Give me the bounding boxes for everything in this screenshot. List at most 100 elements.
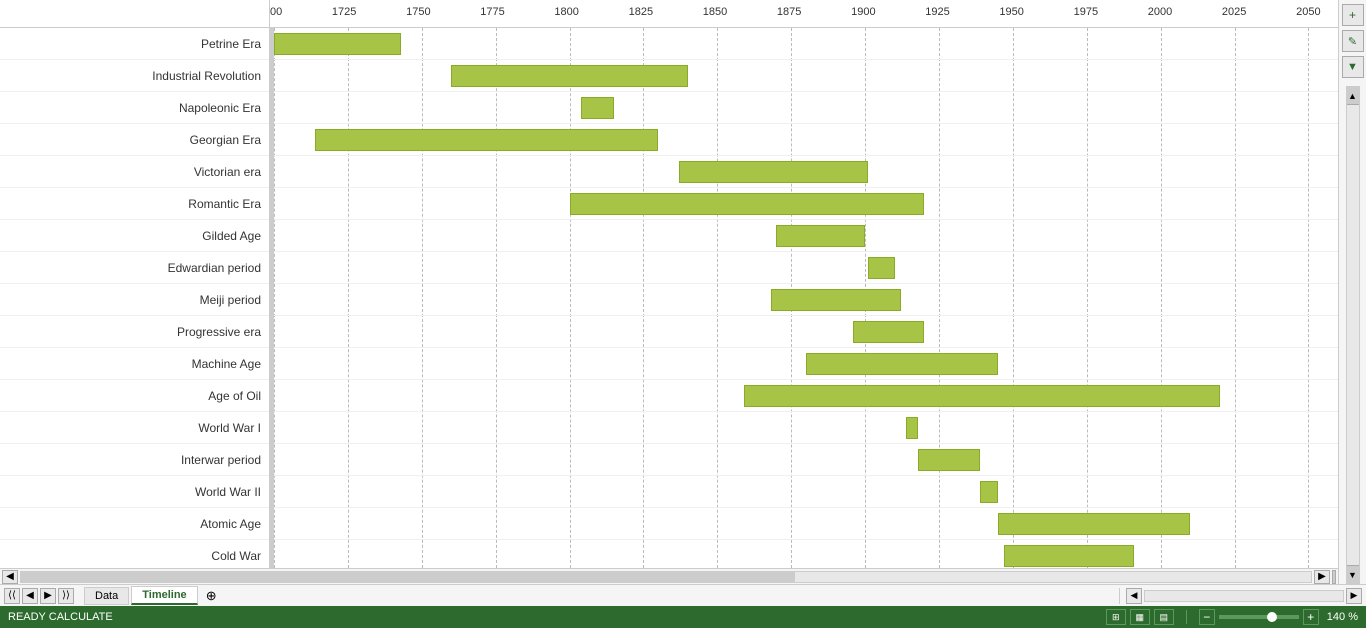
axis-ticks: 1700172517501775180018251850187519001925…: [270, 0, 1338, 27]
page-view-btn[interactable]: ▦: [1130, 609, 1150, 625]
gantt-bar-2[interactable]: [581, 97, 614, 119]
gantt-bar-11[interactable]: [744, 385, 1220, 407]
gantt-bar-10[interactable]: [806, 353, 998, 375]
axis-row: 1700172517501775180018251850187519001925…: [0, 0, 1338, 28]
axis-tick-2025: 2025: [1222, 6, 1246, 18]
sheet-nav-first[interactable]: ⟨⟨: [4, 588, 20, 604]
gantt-bar-8[interactable]: [771, 289, 901, 311]
gantt-row-9: [274, 316, 1338, 348]
scroll-right-sheet[interactable]: ▶: [1346, 588, 1362, 604]
add-btn[interactable]: +: [1342, 4, 1364, 26]
axis-tick-1975: 1975: [1074, 6, 1098, 18]
zoom-slider[interactable]: [1219, 615, 1299, 619]
gantt-row-14: [274, 476, 1338, 508]
gantt-row-4: [274, 156, 1338, 188]
scroll-corner: [1332, 570, 1336, 584]
view-buttons: ⊞ ▦ ▤: [1106, 609, 1174, 625]
axis-tick-1850: 1850: [703, 6, 727, 18]
main-area: 1700172517501775180018251850187519001925…: [0, 0, 1366, 584]
axis-label-col: [0, 0, 270, 27]
axis-tick-2050: 2050: [1296, 6, 1320, 18]
axis-tick-1875: 1875: [777, 6, 801, 18]
gantt-bar-1[interactable]: [451, 65, 687, 87]
add-sheet-btn[interactable]: ⊕: [200, 586, 223, 606]
sep1: [1119, 588, 1120, 604]
zoom-out-btn[interactable]: −: [1199, 609, 1215, 625]
book-view-btn[interactable]: ▤: [1154, 609, 1174, 625]
gantt-row-6: [274, 220, 1338, 252]
row-label-7: Edwardian period: [0, 252, 269, 284]
gantt-bar-6[interactable]: [776, 225, 865, 247]
zoom-slider-thumb[interactable]: [1267, 612, 1277, 622]
gantt-row-0: [274, 28, 1338, 60]
gantt-row-10: [274, 348, 1338, 380]
gantt-bar-12[interactable]: [906, 417, 918, 439]
axis-tick-1775: 1775: [480, 6, 504, 18]
filter-btn[interactable]: ▼: [1342, 56, 1364, 78]
scroll-left-sheet[interactable]: ◀: [1126, 588, 1142, 604]
gantt-bar-9[interactable]: [853, 321, 924, 343]
scroll-down-btn[interactable]: ▼: [1347, 565, 1359, 583]
status-text: READY CALCULATE: [8, 611, 113, 623]
gantt-row-7: [274, 252, 1338, 284]
grid-view-btn[interactable]: ⊞: [1106, 609, 1126, 625]
row-label-16: Cold War: [0, 540, 269, 568]
gantt-row-2: [274, 92, 1338, 124]
axis-tick-1750: 1750: [406, 6, 430, 18]
scroll-bar[interactable]: ◀ ▶: [0, 568, 1338, 584]
scroll-up-btn[interactable]: ▲: [1347, 87, 1359, 105]
gantt-row-1: [274, 60, 1338, 92]
gantt-row-11: [274, 380, 1338, 412]
scroll-right-btn[interactable]: ▶: [1314, 570, 1330, 584]
chart-body: Petrine EraIndustrial RevolutionNapoleon…: [0, 28, 1338, 568]
tab-data[interactable]: Data: [84, 587, 129, 605]
sheet-nav-prev[interactable]: ◀: [22, 588, 38, 604]
axis-tick-1925: 1925: [925, 6, 949, 18]
row-label-3: Georgian Era: [0, 124, 269, 156]
zoom-in-btn[interactable]: +: [1303, 609, 1319, 625]
scroll-left-btn[interactable]: ◀: [2, 570, 18, 584]
scroll-thumb[interactable]: [21, 572, 795, 582]
axis-tick-1800: 1800: [554, 6, 578, 18]
gantt-bar-4[interactable]: [679, 161, 868, 183]
gantt-bar-15[interactable]: [998, 513, 1190, 535]
status-right: ⊞ ▦ ▤ − + 140 %: [1106, 609, 1358, 625]
gantt-row-16: [274, 540, 1338, 568]
sheet-nav-last[interactable]: ⟩⟩: [58, 588, 74, 604]
gantt-bar-7[interactable]: [868, 257, 895, 279]
row-label-13: Interwar period: [0, 444, 269, 476]
gantt-bar-14[interactable]: [980, 481, 998, 503]
gantt-row-13: [274, 444, 1338, 476]
tab-timeline[interactable]: Timeline: [131, 586, 197, 605]
sheet-nav-next[interactable]: ▶: [40, 588, 56, 604]
gantt-row-3: [274, 124, 1338, 156]
zoom-label: 140 %: [1327, 611, 1358, 623]
sheet-tabs-bar: ⟨⟨ ◀ ▶ ⟩⟩ Data Timeline ⊕ ◀ ▶: [0, 584, 1366, 606]
gantt-bar-5[interactable]: [570, 193, 925, 215]
axis-tick-1700: 1700: [270, 6, 282, 18]
sheet-scroll-track[interactable]: [1144, 590, 1344, 602]
gantt-row-15: [274, 508, 1338, 540]
row-label-2: Napoleonic Era: [0, 92, 269, 124]
vertical-scrollbar[interactable]: ▲ ▼: [1346, 86, 1360, 584]
gantt-bar-16[interactable]: [1004, 545, 1134, 567]
row-label-6: Gilded Age: [0, 220, 269, 252]
gantt-bar-13[interactable]: [918, 449, 980, 471]
gantt-bar-3[interactable]: [315, 129, 658, 151]
row-labels: Petrine EraIndustrial RevolutionNapoleon…: [0, 28, 270, 568]
row-label-15: Atomic Age: [0, 508, 269, 540]
row-label-14: World War II: [0, 476, 269, 508]
chart-container: 1700172517501775180018251850187519001925…: [0, 0, 1338, 584]
gantt-bar-0[interactable]: [274, 33, 401, 55]
axis-tick-1725: 1725: [332, 6, 356, 18]
row-label-4: Victorian era: [0, 156, 269, 188]
status-bar: READY CALCULATE ⊞ ▦ ▤ − + 140 %: [0, 606, 1366, 628]
row-label-11: Age of Oil: [0, 380, 269, 412]
sheet-nav: ⟨⟨ ◀ ▶ ⟩⟩: [4, 588, 74, 604]
sep2: [1186, 610, 1187, 624]
edit-btn[interactable]: ✎: [1342, 30, 1364, 52]
scroll-track-v[interactable]: [1347, 105, 1359, 565]
axis-tick-1825: 1825: [629, 6, 653, 18]
gantt-row-5: [274, 188, 1338, 220]
scroll-track[interactable]: [20, 571, 1312, 583]
